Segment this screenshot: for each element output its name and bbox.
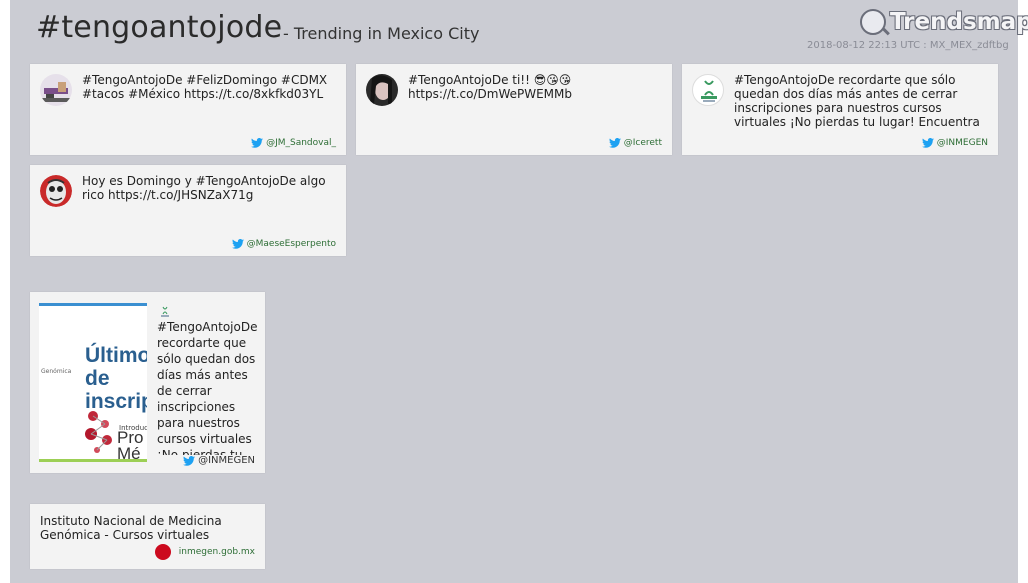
magnifier-logo-icon bbox=[860, 9, 886, 35]
trend-panel: #tengoantojode - Trending in Mexico City… bbox=[10, 0, 1028, 583]
tweet-author[interactable]: @INMEGEN bbox=[198, 455, 255, 466]
avatar[interactable] bbox=[40, 175, 72, 207]
tweet-text: Hoy es Domingo y #TengoAntojoDe algo ric… bbox=[82, 174, 326, 202]
tweet-card[interactable]: Hoy es Domingo y #TengoAntojoDe algo ric… bbox=[30, 165, 346, 256]
avatar[interactable] bbox=[366, 74, 398, 106]
tweet-image[interactable]: Últimos de inscripc Genómica Introduc Pr… bbox=[39, 303, 147, 462]
twitter-bird-icon bbox=[251, 138, 264, 148]
site-link[interactable]: inmegen.gob.mx bbox=[154, 544, 255, 560]
tweet-author-link[interactable]: @Icerett bbox=[608, 138, 662, 148]
twitter-bird-icon bbox=[183, 455, 196, 466]
inmegen-mini-logo-icon bbox=[158, 304, 172, 318]
tweet-card[interactable]: #TengoAntojoDe #FelizDomingo #CDMX #taco… bbox=[30, 64, 346, 155]
tweet-author[interactable]: @Icerett bbox=[624, 138, 662, 148]
timestamp-location-code: 2018-08-12 22:13 UTC : MX_MEX_zdftbg bbox=[807, 40, 1009, 51]
tweet-text: #TengoAntojoDe ti!! 😎😘😘 https://t.co/DmW… bbox=[408, 73, 572, 101]
logo-text: Trendsmap bbox=[890, 9, 1028, 35]
tweet-author-link[interactable]: @JM_Sandoval_ bbox=[251, 138, 336, 148]
avatar[interactable] bbox=[40, 74, 72, 106]
tweet-author[interactable]: @JM_Sandoval_ bbox=[266, 138, 336, 148]
link-card[interactable]: Instituto Nacional de Medicina Genómica … bbox=[30, 504, 265, 569]
twitter-bird-icon bbox=[608, 138, 621, 148]
image-tweet-card[interactable]: Últimos de inscripc Genómica Introduc Pr… bbox=[30, 292, 265, 473]
tweet-author[interactable]: @INMEGEN bbox=[937, 138, 988, 148]
twitter-bird-icon bbox=[231, 239, 244, 249]
tweet-author-link[interactable]: @MaeseEsperpento bbox=[231, 239, 336, 249]
site-favicon-icon bbox=[154, 544, 171, 560]
image-title-text: Últimos de inscripc bbox=[85, 344, 147, 413]
page-title[interactable]: #tengoantojode bbox=[36, 10, 282, 45]
trendsmap-logo[interactable]: Trendsmap bbox=[860, 6, 1028, 38]
tweet-text: #TengoAntojoDe recordarte que sólo queda… bbox=[157, 320, 258, 455]
trending-location: - Trending in Mexico City bbox=[283, 24, 480, 43]
tweet-author[interactable]: @MaeseEsperpento bbox=[247, 239, 336, 249]
tweet-author-link[interactable]: @INMEGEN bbox=[183, 455, 255, 466]
link-title[interactable]: Instituto Nacional de Medicina Genómica … bbox=[40, 514, 255, 542]
tweet-text: #TengoAntojoDe #FelizDomingo #CDMX #taco… bbox=[82, 73, 328, 101]
image-big-text: Pro Mé bbox=[117, 428, 144, 462]
avatar[interactable] bbox=[692, 74, 724, 106]
tweet-text: #TengoAntojoDe recordarte que sólo queda… bbox=[734, 73, 980, 129]
tweet-author-link[interactable]: @INMEGEN bbox=[921, 138, 988, 148]
twitter-bird-icon bbox=[921, 138, 934, 148]
image-small-text: Genómica bbox=[41, 368, 72, 375]
tweet-card[interactable]: #TengoAntojoDe ti!! 😎😘😘 https://t.co/DmW… bbox=[356, 64, 672, 155]
tweet-card[interactable]: #TengoAntojoDe recordarte que sólo queda… bbox=[682, 64, 998, 155]
site-domain[interactable]: inmegen.gob.mx bbox=[179, 547, 255, 557]
